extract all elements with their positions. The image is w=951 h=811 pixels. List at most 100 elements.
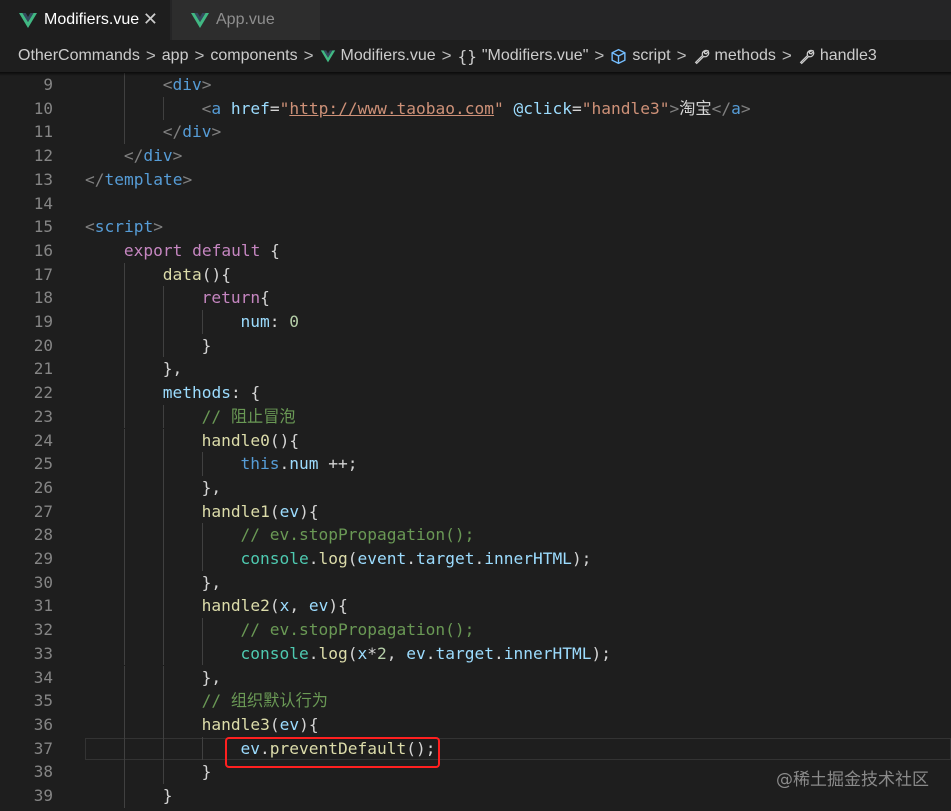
code-content: handle2(x, ev){	[202, 594, 348, 618]
breadcrumb-item-methods[interactable]: methods	[693, 47, 776, 65]
code-line[interactable]: 9 <div>	[0, 73, 951, 97]
indent-guide	[162, 310, 164, 334]
code-line[interactable]: 26},	[0, 475, 951, 500]
code-content: return{	[202, 286, 270, 310]
code-line[interactable]: 10 <a href="http://www.taobao.com" @click…	[0, 96, 951, 121]
code-line[interactable]: 14	[0, 192, 951, 216]
indent-guide	[123, 712, 125, 737]
chevron-right-icon: >	[194, 46, 205, 65]
code-line[interactable]: 28 // ev.stopPropagation();	[0, 523, 951, 547]
code-token: },	[162, 359, 183, 379]
code-token: ++;	[318, 454, 358, 474]
breadcrumb-item-components[interactable]: components	[210, 47, 297, 65]
tab-app-vue[interactable]: App.vue	[172, 0, 320, 40]
indent-guide	[201, 452, 203, 476]
code-token: <	[162, 75, 173, 94]
indent-guide	[162, 96, 164, 121]
watermark: @稀土掘金技术社区	[776, 770, 929, 790]
code-line[interactable]: 29 console.log(event.target.innerHTML);	[0, 547, 951, 571]
code-token: {	[270, 240, 280, 260]
line-number: 20	[33, 335, 53, 355]
current-line-highlight	[85, 737, 951, 760]
code-content: this.num ++;	[241, 452, 358, 476]
breadcrumb-item-script[interactable]: script	[610, 47, 671, 65]
code-content: }	[202, 334, 212, 358]
code-line[interactable]: 18 return{	[0, 286, 951, 310]
close-icon[interactable]: ✕	[143, 9, 158, 30]
code-token: >	[172, 146, 183, 166]
highlight-annotation-box	[225, 737, 440, 768]
code-editor[interactable]: 9 <div> 10 <a href="http://www.taobao.com" …	[0, 72, 951, 811]
code-token: .	[493, 643, 504, 663]
code-token: ev	[279, 714, 300, 734]
code-line[interactable]: 33 console.log(x*2, ev.target.innerHTML);	[0, 641, 951, 666]
code-token: 0	[289, 312, 300, 331]
indent-guide	[162, 547, 164, 571]
indent-guide	[123, 286, 125, 310]
code-line[interactable]: 30},	[0, 570, 951, 595]
code-line[interactable]: 25 this.num ++;	[0, 452, 951, 476]
code-line[interactable]: 21},	[0, 357, 951, 382]
code-content: methods: {	[163, 381, 260, 405]
code-token: </	[123, 146, 144, 166]
code-token: x	[279, 596, 290, 616]
code-line[interactable]: 24 handle0(){	[0, 428, 951, 453]
code-line[interactable]: 37 ev.preventDefault();	[0, 736, 951, 761]
vue-icon	[191, 13, 209, 28]
code-token: template	[104, 169, 183, 189]
line-number: 38	[33, 762, 53, 782]
code-content: // 阻止冒泡	[202, 405, 296, 429]
wrench-icon	[694, 49, 709, 64]
code-line[interactable]: 36 handle3(ev){	[0, 712, 951, 737]
code-token: </	[162, 122, 183, 142]
code-line[interactable]: 34},	[0, 665, 951, 690]
code-line[interactable]: 27 handle1(ev){	[0, 499, 951, 524]
indent-guide	[123, 641, 125, 666]
code-line[interactable]: 19 num: 0	[0, 310, 951, 334]
breadcrumb-item-handle3[interactable]: handle3	[798, 47, 877, 65]
code-token: div	[182, 122, 212, 142]
tab-modifiers-vue[interactable]: Modifiers.vue ✕	[0, 0, 170, 40]
code-line[interactable]: 15 <script>	[0, 215, 951, 239]
breadcrumb-item-app[interactable]: app	[162, 47, 189, 65]
indent-guide	[123, 96, 125, 121]
code-token: num	[289, 454, 319, 474]
code-line[interactable]: 11 </div>	[0, 120, 951, 145]
code-token: .	[279, 454, 290, 474]
indent-guide	[123, 689, 125, 713]
code-line[interactable]: 16 export default {	[0, 239, 951, 263]
breadcrumb-item-module[interactable]: {} "Modifiers.vue"	[458, 47, 589, 66]
line-number: 31	[33, 596, 53, 616]
code-token: div	[172, 75, 202, 94]
code-line[interactable]: 22 methods: {	[0, 381, 951, 405]
code-token: );	[571, 549, 592, 568]
code-token: );	[591, 643, 611, 663]
breadcrumb-item-othercommands[interactable]: OtherCommands	[18, 47, 140, 65]
code-content: </div>	[124, 144, 183, 168]
code-token: <	[85, 217, 95, 237]
indent-guide	[123, 665, 125, 690]
code-line[interactable]: 23 // 阻止冒泡	[0, 404, 951, 429]
code-line[interactable]: 12 </div>	[0, 144, 951, 168]
indent-guide	[123, 120, 125, 145]
code-line[interactable]: 35 // 组织默认行为	[0, 689, 951, 713]
code-line[interactable]: 20}	[0, 333, 951, 358]
breadcrumb-item-modifiers-vue[interactable]: Modifiers.vue	[320, 47, 436, 65]
code-content: </div>	[163, 120, 222, 144]
code-token: (	[347, 549, 358, 568]
code-line[interactable]: 17 data(){	[0, 262, 951, 287]
indent-guide	[162, 404, 164, 429]
code-token: "	[494, 98, 504, 118]
indent-guide	[162, 475, 164, 500]
code-line[interactable]: 31 handle2(x, ev){	[0, 594, 951, 619]
indent-guide	[123, 310, 125, 334]
code-line[interactable]: 32 // ev.stopPropagation();	[0, 618, 951, 642]
line-number: 30	[33, 572, 53, 592]
code-token: "handle3"	[581, 98, 670, 118]
line-number: 13	[33, 169, 53, 189]
code-content: export default {	[124, 239, 280, 263]
line-number: 21	[33, 359, 53, 379]
line-number: 29	[33, 549, 53, 568]
indent-guide	[162, 499, 164, 524]
code-line[interactable]: 13 </template>	[0, 168, 951, 192]
